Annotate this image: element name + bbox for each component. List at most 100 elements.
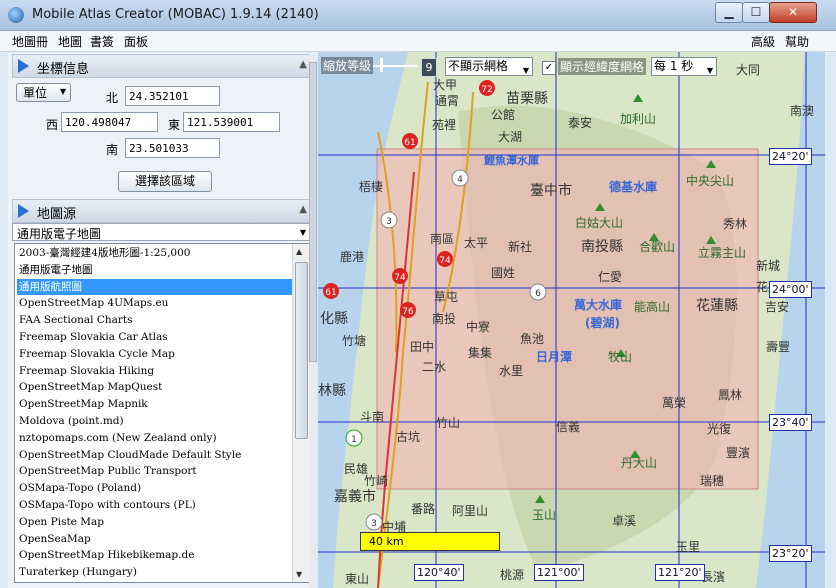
place-label: 南區 <box>430 232 455 246</box>
place-label: 新城 <box>756 259 781 273</box>
map-source-option[interactable]: Freemap Slovakia Cycle Map <box>17 346 293 362</box>
east-field[interactable]: 121.539001 <box>183 112 280 132</box>
left-panel: 坐標信息 ▲ 單位 ▼ 北 24.352101 西 120.498047 東 1… <box>8 52 313 588</box>
source-panel-header[interactable]: 地圖源 ▲ <box>12 199 312 223</box>
chevron-up-icon[interactable]: ▲ <box>299 204 307 215</box>
place-label: 萬榮 <box>662 396 687 410</box>
map-source-option[interactable]: FAA Sectional Charts <box>17 312 293 328</box>
grid-select[interactable]: 不顯示網格 ▼ <box>445 57 533 76</box>
place-label: 斗南 <box>360 410 385 424</box>
place-label: 林縣 <box>318 383 346 399</box>
place-label: 新社 <box>508 240 533 254</box>
place-label: 瑞穗 <box>700 474 725 488</box>
menu-bookmarks[interactable]: 書簽 <box>90 33 114 50</box>
map-source-option[interactable]: Moldova (point.md) <box>17 413 293 429</box>
map-source-option[interactable]: nztopomaps.com (New Zealand only) <box>17 430 293 446</box>
map-source-option[interactable]: OpenStreetMap CloudMade Default Style <box>17 447 293 463</box>
map-source-option[interactable]: 通用版電子地圖 <box>17 262 293 278</box>
coords-panel-header[interactable]: 坐標信息 ▲ <box>12 54 312 78</box>
map-source-option[interactable]: OpenStreetMap Public Transport <box>17 463 293 479</box>
place-label: 仁愛 <box>598 270 623 284</box>
place-label: 草屯 <box>434 290 459 304</box>
list-scrollbar[interactable]: ▲ ▼ <box>292 244 309 582</box>
place-label: 鯉魚潭水庫 <box>484 154 539 167</box>
map-source-option[interactable]: Turaterkep (Hungary) <box>17 564 293 580</box>
minimize-button[interactable]: ▁ <box>715 2 743 23</box>
map-source-option[interactable]: OpenStreetMap 4UMaps.eu <box>17 295 293 311</box>
map-source-option[interactable]: OSMapa-Topo with contours (PL) <box>17 497 293 513</box>
place-label: 光復 <box>707 422 732 436</box>
grid-select-value: 不顯示網格 <box>448 59 509 73</box>
arrow-right-icon <box>18 204 29 218</box>
map-toolbar: 縮放等級 9 不顯示網格 ▼ ✓ 顯示經緯度網格 每 1 秒 ▼ <box>318 52 825 78</box>
svg-text:3: 3 <box>371 519 377 529</box>
map-source-option[interactable]: 2003-臺灣經建4版地形圖-1:25,000 <box>17 245 293 261</box>
place-label: 桃源 <box>500 568 525 582</box>
scrollbar-thumb[interactable] <box>295 262 308 439</box>
place-label: 苗栗縣 <box>506 91 548 107</box>
close-button[interactable]: ✕ <box>769 2 817 23</box>
north-label: 北 <box>106 91 119 105</box>
south-field[interactable]: 23.501033 <box>125 138 220 158</box>
graticule-checkbox[interactable]: ✓ <box>542 61 556 75</box>
map-view[interactable]: 72 61 4 3 61 74 74 76 6 1 3 大甲 苗栗縣 通霄 公館… <box>318 52 825 588</box>
zoom-slider-thumb[interactable] <box>380 58 383 72</box>
place-label: 南投 <box>432 312 457 326</box>
map-source-option[interactable]: OpenStreetMap Hikebikemap.de <box>17 547 293 563</box>
west-field[interactable]: 120.498047 <box>61 112 158 132</box>
place-label: 大甲 <box>433 78 458 92</box>
east-label: 東 <box>168 118 181 132</box>
svg-text:6: 6 <box>535 289 541 299</box>
chevron-up-icon[interactable]: ▲ <box>299 59 307 70</box>
map-canvas: 72 61 4 3 61 74 74 76 6 1 3 <box>318 52 825 588</box>
graticule-interval-select[interactable]: 每 1 秒 ▼ <box>651 57 717 76</box>
map-source-option[interactable]: Freemap Slovakia Hiking <box>17 363 293 379</box>
map-source-option[interactable]: Open Piste Map <box>17 514 293 530</box>
menu-maps[interactable]: 地圖 <box>58 33 82 50</box>
place-label: 立霧主山 <box>698 246 747 260</box>
menu-bar: 地圖冊 地圖 書簽 面板 高級 幫助 <box>0 31 836 52</box>
map-source-option[interactable]: OSMapa-Topo (Poland) <box>17 480 293 496</box>
place-label: 水里 <box>499 364 524 378</box>
panel-scrollbar-thumb[interactable] <box>309 62 317 362</box>
place-label: 玉山 <box>532 508 557 522</box>
place-label: 大湖 <box>498 130 523 144</box>
place-label: 花蓮縣 <box>696 298 738 314</box>
menu-atlas[interactable]: 地圖冊 <box>12 33 48 50</box>
map-source-select[interactable]: 通用版電子地圖 ▼ <box>12 223 310 241</box>
window-title: Mobile Atlas Creator (MOBAC) 1.9.14 (214… <box>32 7 319 22</box>
map-source-option[interactable]: OpenStreetMap Mapnik <box>17 396 293 412</box>
unit-button[interactable]: 單位 ▼ <box>16 83 71 102</box>
menu-panels[interactable]: 面板 <box>124 33 148 50</box>
scroll-up-icon[interactable]: ▲ <box>296 247 302 256</box>
select-area-button[interactable]: 選擇該區域 <box>118 171 212 192</box>
menu-advanced[interactable]: 高級 <box>751 33 775 50</box>
svg-text:76: 76 <box>402 307 414 317</box>
menu-help[interactable]: 幫助 <box>785 33 809 50</box>
map-source-option[interactable]: OpenSeaMap <box>17 531 293 547</box>
place-label: 東山 <box>345 572 370 586</box>
place-label: 信義 <box>556 420 581 434</box>
panel-scrollbar[interactable] <box>309 52 317 588</box>
place-label: 田中 <box>410 340 435 354</box>
place-label: 化縣 <box>320 311 348 327</box>
south-label: 南 <box>106 143 119 157</box>
map-source-option[interactable]: OpenStreetMap MapQuest <box>17 379 293 395</box>
scroll-down-icon[interactable]: ▼ <box>296 570 302 579</box>
map-source-option[interactable]: Freemap Slovakia Car Atlas <box>17 329 293 345</box>
west-label: 西 <box>46 118 59 132</box>
maximize-button[interactable]: ☐ <box>742 2 770 23</box>
place-label: 竹塘 <box>342 334 367 348</box>
place-label: 長濱 <box>701 570 726 584</box>
lon-label: 120°40' <box>414 564 464 581</box>
chevron-down-icon: ▼ <box>706 66 713 75</box>
zoom-level-label: 縮放等級 <box>321 57 374 74</box>
north-field[interactable]: 24.352101 <box>125 86 220 106</box>
place-label: 阿里山 <box>452 504 489 518</box>
place-label: 國姓 <box>491 266 516 280</box>
pacific-sea <box>756 52 825 588</box>
map-source-list[interactable]: 2003-臺灣經建4版地形圖-1:25,000 通用版電子地圖 通用版航照圖 Open… <box>14 243 310 583</box>
svg-text:61: 61 <box>404 138 415 148</box>
place-label: 卓溪 <box>612 514 637 528</box>
map-source-option[interactable]: 通用版航照圖 <box>17 278 293 295</box>
